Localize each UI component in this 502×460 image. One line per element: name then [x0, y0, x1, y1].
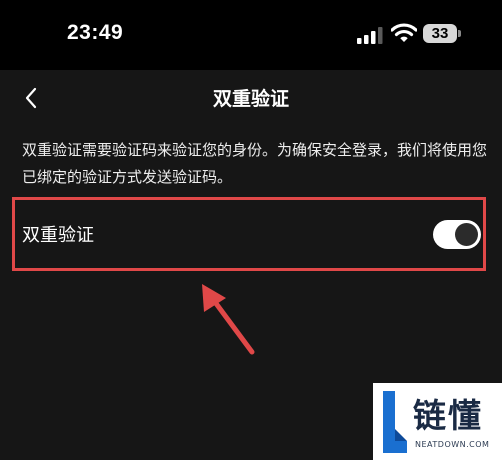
page-title: 双重验证 [212, 88, 289, 110]
battery-indicator: 33 [423, 24, 457, 43]
watermark-title: 链懂 [413, 396, 483, 435]
toggle-knob [455, 223, 478, 246]
watermark: 链懂 NEATDOWN.COM [373, 383, 502, 460]
two-factor-toggle[interactable] [433, 220, 481, 249]
two-factor-setting-row: 双重验证 [22, 203, 488, 265]
wifi-icon [391, 23, 417, 42]
battery-cap [458, 30, 461, 37]
description-text: 双重验证需要验证码来验证您的身份。为确保安全登录，我们将使用您已绑定的验证方式发… [22, 141, 488, 186]
watermark-logo [383, 391, 407, 453]
cellular-signal-icon [357, 27, 383, 44]
setting-label: 双重验证 [22, 225, 94, 246]
navigation-bar: 双重验证 [0, 70, 502, 126]
arrow-annotation [202, 284, 255, 355]
status-bar: 23:49 33 [0, 0, 502, 70]
status-time: 23:49 [67, 21, 124, 44]
watermark-subtitle: NEATDOWN.COM [415, 440, 490, 449]
